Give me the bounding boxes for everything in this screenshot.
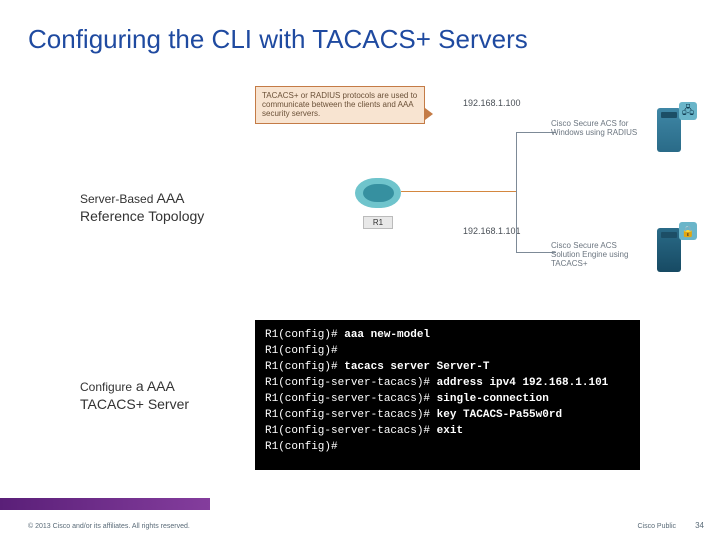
cli-terminal: R1(config)# aaa new-model R1(config)# R1… [255, 320, 640, 470]
router-icon [355, 178, 401, 208]
accent-bar [0, 498, 210, 510]
server-radius-icon: 🖧 [647, 104, 691, 160]
link-line [516, 252, 556, 253]
router-label: R1 [363, 216, 393, 229]
cisco-public-label: Cisco Public [637, 523, 676, 530]
link-line [516, 132, 517, 253]
configure-heading: Configure a AAA TACACS+ Server [80, 378, 189, 413]
copyright-text: © 2013 Cisco and/or its affiliates. All … [28, 523, 190, 530]
topology-heading: Server-Based AAA Reference Topology [80, 190, 204, 225]
slide: Configuring the CLI with TACACS+ Servers… [0, 0, 720, 540]
server2-ip: 192.168.1.101 [463, 226, 521, 236]
network-icon: 🖧 [679, 102, 697, 120]
server-tacacs-icon: 🔒 [647, 224, 691, 280]
server1-caption: Cisco Secure ACS for Windows using RADIU… [551, 120, 641, 138]
link-line [516, 132, 556, 133]
server1-ip: 192.168.1.100 [463, 98, 521, 108]
page-number: 34 [695, 521, 704, 530]
footer: © 2013 Cisco and/or its affiliates. All … [0, 510, 720, 540]
callout-arrow-icon [425, 108, 433, 120]
protocol-callout: TACACS+ or RADIUS protocols are used to … [255, 86, 425, 124]
page-title: Configuring the CLI with TACACS+ Servers [28, 24, 528, 55]
lock-icon: 🔒 [679, 222, 697, 240]
server2-caption: Cisco Secure ACS Solution Engine using T… [551, 242, 641, 268]
link-line [401, 191, 516, 192]
topology-diagram: TACACS+ or RADIUS protocols are used to … [255, 86, 695, 286]
